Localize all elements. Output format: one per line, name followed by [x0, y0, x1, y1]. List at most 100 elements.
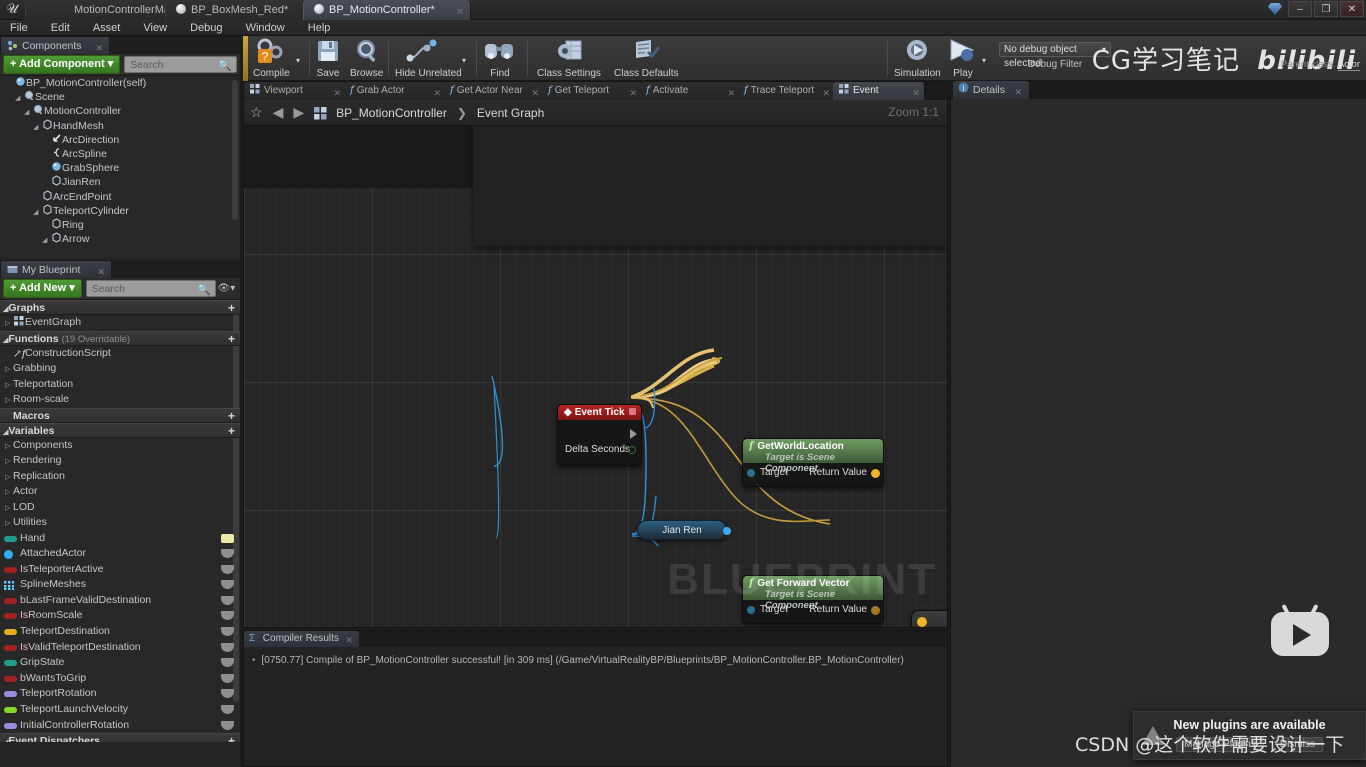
menu-item-view[interactable]: View	[133, 20, 177, 36]
component-tree-item[interactable]: ◢ TeleportCylinder	[0, 204, 240, 218]
graph-tab-grab-actor[interactable]: f Grab Actor ✕	[344, 82, 446, 100]
eye-icon[interactable]	[221, 673, 234, 683]
component-tree-item[interactable]: GrabSphere	[0, 161, 240, 175]
variable-row[interactable]: TeleportLaunchVelocity	[0, 702, 240, 718]
expand-arrow-icon[interactable]: ▷	[5, 393, 13, 409]
blueprint-item[interactable]: ▷ Rendering	[0, 453, 240, 469]
add-icon[interactable]: +	[228, 409, 235, 424]
tab-my-blueprint[interactable]: My Blueprint ✕	[0, 260, 112, 278]
expand-arrow-icon[interactable]: ▷	[5, 454, 13, 470]
compile-options-caret[interactable]: ▾	[296, 56, 300, 65]
blueprint-item[interactable]: ▷ Grabbing	[0, 361, 240, 377]
variable-row[interactable]: bLastFrameValidDestination	[0, 593, 240, 609]
hide-unrelated-button[interactable]: Hide Unrelated	[395, 38, 462, 79]
window-tab-bp-motioncontroller[interactable]: BP_MotionController* ✕	[303, 0, 471, 20]
blueprint-item[interactable]: ▷ LOD	[0, 500, 240, 516]
menu-item-debug[interactable]: Debug	[180, 20, 232, 36]
expand-arrow-icon[interactable]: ▷	[5, 439, 13, 455]
variable-row[interactable]: SplineMeshes	[0, 577, 240, 593]
node-delegate-pin[interactable]	[629, 408, 636, 415]
component-tree-item[interactable]: ◢ Arrow	[0, 232, 240, 246]
output-pin-return-value[interactable]	[871, 468, 880, 478]
graph-canvas[interactable]: Jian Ren ◆ Event Tick Delta Seconds f Ge…	[244, 126, 947, 627]
browse-button[interactable]: Browse	[350, 38, 383, 79]
add-icon[interactable]: +	[228, 332, 235, 347]
blueprint-item[interactable]: ▷ EventGraph	[0, 315, 240, 331]
output-pin-object[interactable]	[723, 527, 731, 535]
expand-arrow-icon[interactable]: ◢	[15, 92, 23, 106]
graph-tab-get-teleport-dest[interactable]: fGet Teleport Dest✕	[542, 82, 642, 114]
add-icon[interactable]: +	[228, 301, 235, 316]
blueprint-item[interactable]: ▷ Utilities	[0, 515, 240, 531]
section-header-variables[interactable]: ◢Variables +	[0, 422, 240, 438]
expand-arrow-icon[interactable]: ▷	[5, 316, 13, 332]
myblueprint-search-input[interactable]: Search 🔍	[85, 280, 216, 297]
output-pin-return-value[interactable]	[871, 605, 880, 615]
expand-arrow-icon[interactable]: ◢	[24, 106, 32, 120]
graph-tab-event-graph[interactable]: Event Graph✕	[833, 82, 925, 115]
variable-row[interactable]: TeleportDestination	[0, 624, 240, 640]
variable-row[interactable]: TeleportRotation	[0, 686, 240, 702]
blueprint-item[interactable]: ▷ Room-scale	[0, 392, 240, 408]
graph-tab-activate-teleport[interactable]: fActivate Teleport✕	[640, 82, 740, 114]
expand-arrow-icon[interactable]: ◢	[33, 206, 41, 220]
menu-item-help[interactable]: Help	[298, 20, 341, 36]
eye-icon[interactable]	[221, 611, 234, 621]
menu-item-edit[interactable]: Edit	[41, 20, 80, 36]
maximize-button[interactable]: ❐	[1314, 1, 1338, 17]
window-tab-bp-boxmesh-red[interactable]: BP_BoxMesh_Red* ✕	[165, 0, 325, 20]
tab-components[interactable]: Components ✕	[0, 36, 110, 54]
component-tree-item[interactable]: ArcEndPoint	[0, 189, 240, 204]
components-tree[interactable]: BP_MotionController(self) ◢ Scene ◢ MotionCo…	[0, 76, 240, 258]
eye-icon[interactable]	[221, 580, 234, 590]
blueprint-item[interactable]: ↗fConstructionScript	[0, 346, 240, 362]
favorite-star-icon[interactable]: ☆	[250, 104, 263, 121]
window-close-button[interactable]: ✕	[1340, 1, 1364, 17]
parent-class-value[interactable]: Actor	[1337, 59, 1360, 71]
my-blueprint-tree[interactable]: ◢Graphs + ▷ EventGraph ◢Functions (19 Overri…	[0, 300, 240, 742]
variable-row[interactable]: AttachedActor	[0, 546, 240, 562]
components-scrollbar[interactable]	[232, 80, 238, 220]
variable-row[interactable]: InitialControllerRotation	[0, 718, 240, 734]
find-button[interactable]: Find	[483, 38, 517, 79]
eye-icon[interactable]	[221, 658, 234, 668]
component-tree-item[interactable]: ◢ HandMesh	[0, 118, 240, 135]
component-tree-item[interactable]: BP_MotionController(self)	[0, 76, 240, 90]
menu-item-file[interactable]: File	[0, 20, 38, 36]
expand-arrow-icon[interactable]: ◢	[33, 121, 41, 135]
minimize-button[interactable]: –	[1288, 1, 1312, 17]
show-inherited-toggle[interactable]: 👁▾	[216, 283, 237, 294]
blueprint-item[interactable]: ▷ Teleportation	[0, 377, 240, 393]
compile-button[interactable]: ? Compile	[253, 38, 290, 79]
eye-icon[interactable]	[221, 549, 234, 559]
eye-icon[interactable]	[221, 642, 234, 652]
variable-row[interactable]: IsTeleporterActive	[0, 562, 240, 578]
compiler-message-row[interactable]: • [0750.77] Compile of BP_MotionControlle…	[244, 647, 947, 666]
expand-arrow-icon[interactable]: ▷	[5, 485, 13, 501]
class-defaults-button[interactable]: Class Defaults	[614, 38, 678, 79]
section-header-graphs[interactable]: ◢Graphs +	[0, 300, 240, 315]
expand-arrow-icon[interactable]: ▷	[5, 470, 13, 486]
close-icon[interactable]: ✕	[95, 39, 103, 57]
component-tree-item[interactable]: ArcSpline	[0, 147, 240, 161]
add-new-button[interactable]: + Add New ▾	[3, 279, 82, 298]
node-multiply[interactable]: ✕ 100.0	[911, 610, 947, 627]
blueprint-item[interactable]: ▷ Actor	[0, 484, 240, 500]
eye-icon[interactable]	[221, 705, 234, 715]
graph-comment-region[interactable]	[473, 126, 947, 246]
blueprint-item[interactable]: ▷ Components	[0, 438, 240, 454]
breadcrumb-root[interactable]: BP_MotionController	[336, 106, 447, 120]
section-header-functions[interactable]: ◢Functions (19 Overridable) +	[0, 330, 240, 347]
variable-row[interactable]: IsValidTeleportDestination	[0, 640, 240, 656]
save-button[interactable]: Save	[315, 38, 341, 79]
close-icon[interactable]: ✕	[97, 263, 105, 281]
output-pin-exec[interactable]	[630, 429, 637, 439]
variable-row[interactable]: bWantsToGrip	[0, 671, 240, 687]
expand-arrow-icon[interactable]: ▷	[5, 501, 13, 517]
forward-arrow-icon[interactable]: ▶	[293, 104, 304, 121]
component-tree-item[interactable]: JianRen	[0, 175, 240, 189]
play-button[interactable]: Play	[946, 38, 980, 79]
section-header-macros[interactable]: Macros +	[0, 407, 240, 424]
section-header-event-dispatchers[interactable]: ◢Event Dispatchers+	[0, 733, 240, 742]
component-tree-item[interactable]: ArcDirection	[0, 133, 240, 147]
